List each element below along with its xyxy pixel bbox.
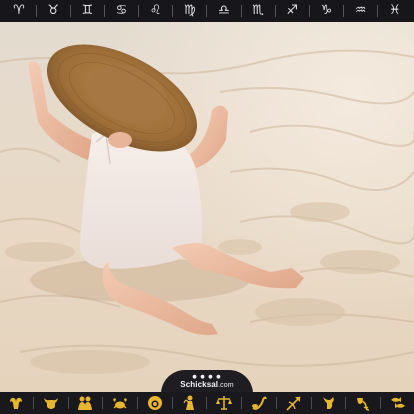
aquarius-icon[interactable]: ♒ [350,0,372,22]
zodiac-bottom-bar [0,392,414,414]
goat-icon[interactable] [318,394,338,412]
maiden-icon[interactable] [180,394,200,412]
taurus-icon[interactable]: ♉ [42,0,64,22]
zodiac-top-bar: ♈ ♉ ♊ ♋ ♌ ♍ ♎ ♏ ♐ ♑ ♒ ♓ [0,0,414,22]
horoscope-frame: ♈ ♉ ♊ ♋ ♌ ♍ ♎ ♏ ♐ ♑ ♒ ♓ ● ● ● ● Schicksa… [0,0,414,414]
lion-icon[interactable] [145,394,165,412]
divider [274,5,276,17]
divider [172,5,174,17]
divider [171,397,173,409]
cancer-icon[interactable]: ♋ [110,0,132,22]
divider [67,397,69,409]
crab-icon[interactable] [110,394,130,412]
divider [342,5,344,17]
scales-icon[interactable] [214,394,234,412]
divider [308,5,310,17]
divider [241,397,243,409]
divider [240,5,242,17]
divider [310,397,312,409]
divider [35,5,37,17]
divider [206,5,208,17]
divider [102,397,104,409]
scorpio-icon[interactable]: ♏ [247,0,269,22]
archer-icon[interactable] [284,394,304,412]
divider [345,397,347,409]
capricorn-icon[interactable]: ♑ [315,0,337,22]
brand-name-text: Schicksal [180,380,219,389]
divider [137,397,139,409]
divider [69,5,71,17]
brand-logo[interactable]: ● ● ● ● Schicksal.com [161,370,253,394]
gemini-icon[interactable]: ♊ [76,0,98,22]
divider [138,5,140,17]
brand-dots: ● ● ● ● [192,374,222,380]
water-bearer-icon[interactable] [353,394,373,412]
divider [206,397,208,409]
brand-name: Schicksal.com [180,380,233,389]
scorpion-icon[interactable] [249,394,269,412]
leo-icon[interactable]: ♌ [145,0,167,22]
aries-icon[interactable]: ♈ [8,0,30,22]
virgo-icon[interactable]: ♍ [179,0,201,22]
twins-icon[interactable] [75,394,95,412]
fish-icon[interactable] [388,394,408,412]
divider [103,5,105,17]
divider [380,397,382,409]
brand-tld: .com [218,382,234,389]
sagittarius-icon[interactable]: ♐ [281,0,303,22]
photo-image [0,22,414,392]
pisces-icon[interactable]: ♓ [384,0,406,22]
bull-icon[interactable] [41,394,61,412]
divider [32,397,34,409]
libra-icon[interactable]: ♎ [213,0,235,22]
divider [377,5,379,17]
beach-photo [0,22,414,392]
divider [275,397,277,409]
ram-icon[interactable] [6,394,26,412]
